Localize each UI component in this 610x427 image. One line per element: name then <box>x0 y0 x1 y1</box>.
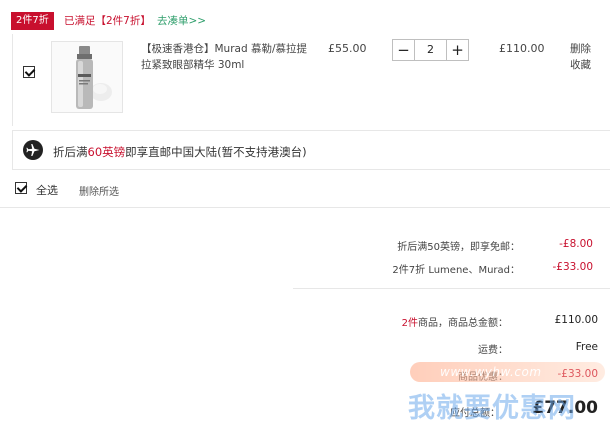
select-all-row: 全选 删除所选 <box>0 170 610 208</box>
shipping-threshold: 60英镑 <box>87 145 126 159</box>
goods-total-value: £110.00 <box>554 314 598 326</box>
grand-total-value: £77.00 <box>532 398 598 418</box>
product-name[interactable]: 【极速香港仓】Murad 慕勒/慕拉提拉紧致眼部精华 30ml <box>141 41 311 73</box>
promo-row: 2件7折 已满足【2件7折】 去凑单>> <box>0 0 610 34</box>
shipping-notice: 折后满60英镑即享直邮中国大陆(暂不支持港澳台) <box>12 130 610 170</box>
unit-price: £55.00 <box>328 42 367 55</box>
shipping-fee-value: Free <box>575 341 598 353</box>
promotion-discount-label: 商品优惠： <box>458 372 508 383</box>
line-total: £110.00 <box>499 42 545 55</box>
delete-selected-link[interactable]: 删除所选 <box>79 183 119 198</box>
promo-tag: 2件7折 <box>11 12 54 30</box>
shipping-text: 折后满60英镑即享直邮中国大陆(暂不支持港澳台) <box>53 145 307 159</box>
grand-total-label: 应付总额： <box>450 408 500 419</box>
summary-divider <box>293 288 610 289</box>
shipping-fee-label: 运费： <box>478 345 508 356</box>
item-checkbox[interactable] <box>23 66 35 78</box>
bundle-discount-value: -£33.00 <box>552 261 593 273</box>
quantity-input[interactable]: 2 <box>415 40 446 60</box>
product-thumbnail[interactable] <box>51 41 123 113</box>
promo-status: 已满足【2件7折】 <box>64 15 151 27</box>
bundle-discount-label: 2件7折 Lumene、Murad： <box>392 265 520 276</box>
select-all-checkbox[interactable] <box>15 182 27 194</box>
increase-quantity-button[interactable]: + <box>446 40 468 60</box>
cart-item: 【极速香港仓】Murad 慕勒/慕拉提拉紧致眼部精华 30ml £55.00 −… <box>12 34 610 126</box>
select-all-label[interactable]: 全选 <box>36 182 58 198</box>
delete-item-link[interactable]: 删除 <box>570 41 591 57</box>
free-shipping-discount-label: 折后满50英镑，即享免邮： <box>397 242 520 253</box>
goods-total-label: 2件商品，商品总金额： <box>401 318 508 329</box>
item-actions: 删除 收藏 <box>570 41 591 73</box>
decrease-quantity-button[interactable]: − <box>393 40 415 60</box>
add-more-items-link[interactable]: 去凑单>> <box>157 13 206 28</box>
airplane-icon <box>23 140 43 160</box>
serum-bottle-image <box>76 46 112 109</box>
quantity-stepper: − 2 + <box>392 39 469 61</box>
favorite-item-link[interactable]: 收藏 <box>570 57 591 73</box>
free-shipping-discount-value: -£8.00 <box>559 238 593 250</box>
promotion-discount-value: -£33.00 <box>557 368 598 380</box>
